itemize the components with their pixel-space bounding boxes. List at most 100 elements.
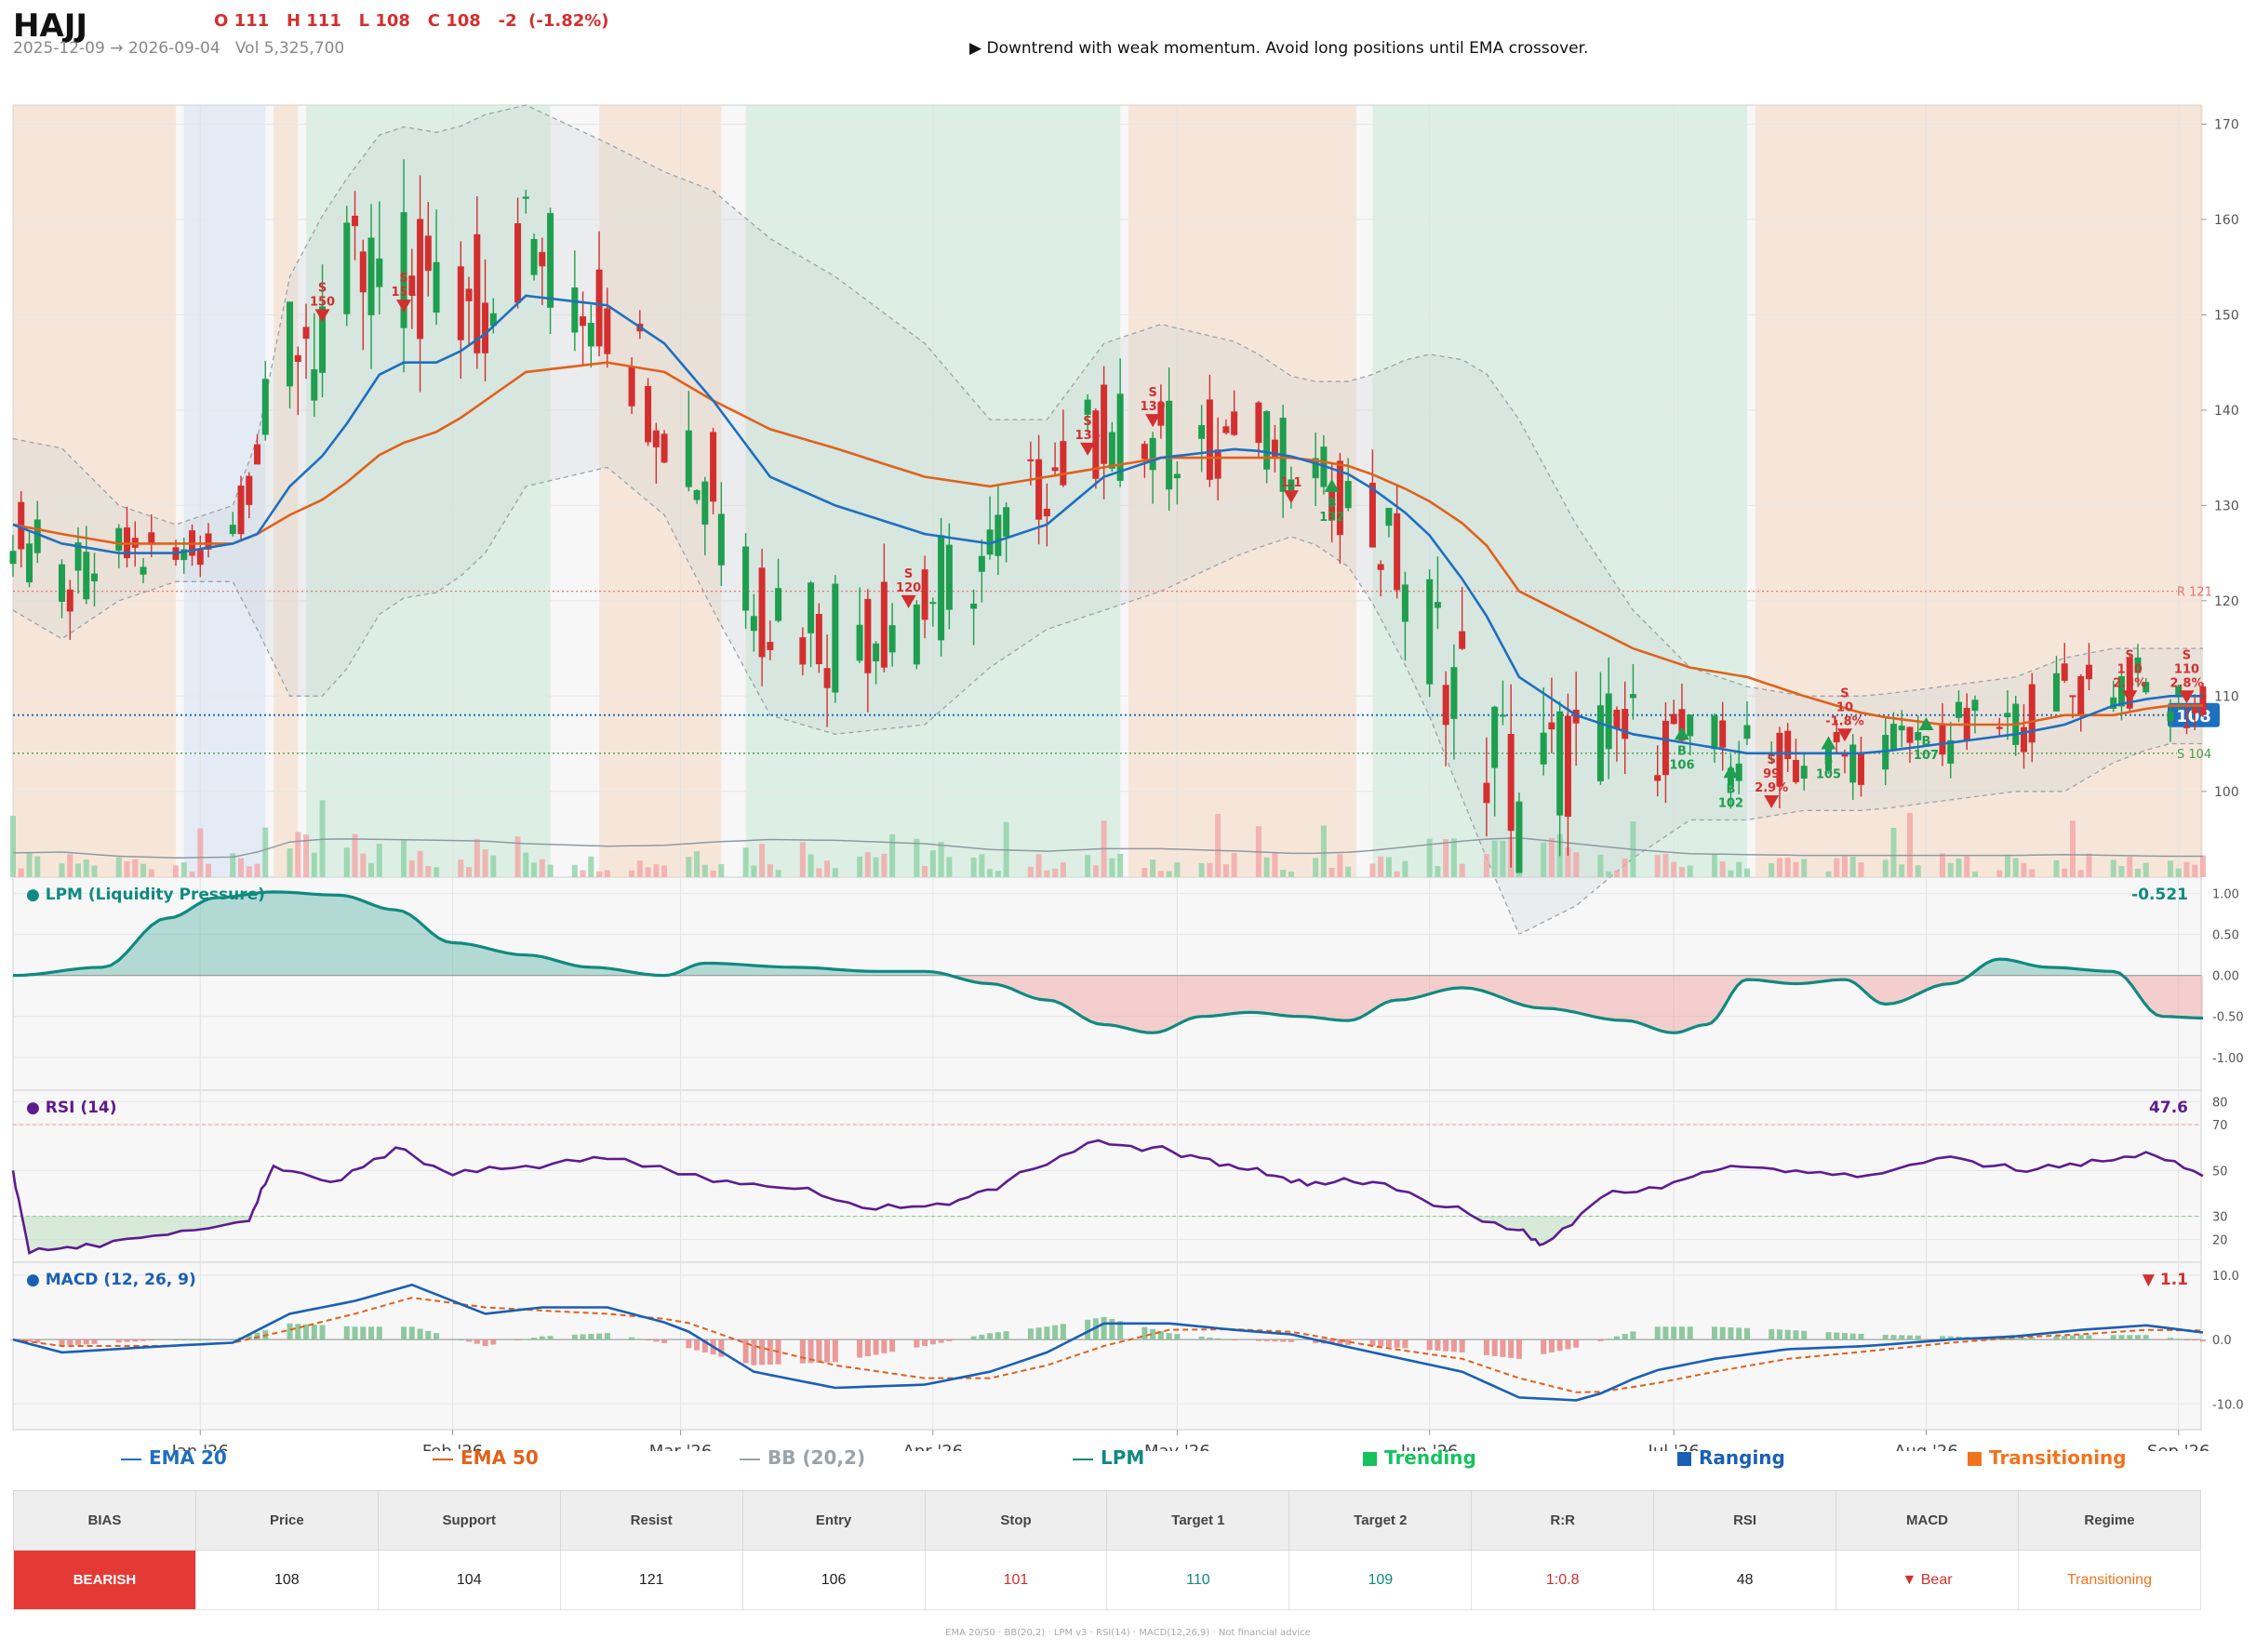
candle-body bbox=[1483, 782, 1490, 804]
volume-bar bbox=[686, 857, 692, 877]
candle-body bbox=[311, 368, 318, 401]
volume-bar bbox=[1459, 863, 1465, 877]
macd-histogram-bar bbox=[653, 1339, 660, 1342]
candle-body bbox=[873, 643, 880, 662]
candle-body bbox=[1491, 706, 1499, 768]
volume-bar bbox=[2012, 858, 2019, 877]
panel-tick-label: 50 bbox=[2212, 1165, 2228, 1179]
volume-bar bbox=[2021, 862, 2027, 877]
macd-histogram-bar bbox=[1385, 1339, 1392, 1348]
macd-histogram-bar bbox=[360, 1326, 367, 1340]
volume-bar bbox=[759, 844, 766, 877]
candle-body bbox=[571, 287, 579, 333]
panel-tick-label: 10.0 bbox=[2212, 1270, 2239, 1284]
summary-value-cell: ▼ Bear bbox=[1836, 1550, 2019, 1610]
candle-body bbox=[514, 223, 522, 303]
candle-body bbox=[1735, 763, 1742, 781]
candle-body bbox=[1394, 513, 1401, 591]
macd-histogram-bar bbox=[230, 1339, 236, 1341]
candle-body bbox=[343, 222, 351, 314]
candle-body bbox=[1108, 432, 1115, 469]
volume-bar bbox=[938, 842, 944, 877]
candle-body bbox=[2061, 663, 2068, 681]
volume-bar bbox=[1719, 861, 1726, 877]
volume-bar bbox=[808, 854, 814, 877]
candle-body bbox=[1222, 426, 1230, 433]
volume-bar bbox=[1996, 870, 2003, 877]
volume-bar bbox=[1027, 866, 1034, 877]
macd-histogram-bar bbox=[571, 1334, 578, 1340]
macd-histogram-bar bbox=[946, 1339, 953, 1341]
candle-body bbox=[823, 668, 831, 688]
panel-tick-label: -0.50 bbox=[2212, 1011, 2244, 1025]
volume-bar bbox=[767, 864, 773, 877]
summary-header-cell: Support bbox=[377, 1490, 561, 1551]
candle-body bbox=[254, 444, 261, 465]
candle-body bbox=[1206, 399, 1213, 480]
candle-body bbox=[547, 213, 554, 308]
macd-histogram-bar bbox=[987, 1333, 994, 1340]
panel-tick-label: 0.0 bbox=[2212, 1334, 2232, 1348]
legend-item: Transitioning bbox=[1968, 1446, 2127, 1469]
candle-body bbox=[465, 288, 473, 301]
macd-histogram-bar bbox=[596, 1333, 603, 1340]
volume-bar bbox=[1207, 862, 1213, 877]
volume-bar bbox=[425, 865, 432, 877]
volume-bar bbox=[995, 871, 1001, 877]
volume-bar bbox=[2110, 859, 2116, 877]
price-tick-label: 170 bbox=[2214, 117, 2239, 132]
macd-histogram-bar bbox=[1841, 1333, 1848, 1340]
rsi-panel-frame bbox=[12, 1089, 2202, 1263]
macd-histogram-bar bbox=[2183, 1339, 2190, 1341]
candle-body bbox=[1434, 602, 1441, 608]
candle-body bbox=[1955, 701, 1962, 718]
volume-bar bbox=[2143, 862, 2149, 877]
volume-bar bbox=[1385, 857, 1392, 877]
volume-bar bbox=[1092, 865, 1099, 877]
price-tick-label: 130 bbox=[2214, 499, 2239, 513]
volume-bar bbox=[1109, 858, 1115, 877]
summary-value-cell: 48 bbox=[1653, 1550, 1837, 1610]
candle-body bbox=[539, 251, 546, 267]
macd-histogram-bar bbox=[1834, 1332, 1840, 1340]
legend-square-swatch bbox=[1677, 1452, 1691, 1466]
macd-histogram-bar bbox=[1678, 1326, 1685, 1340]
summary-value-cell: 1:0.8 bbox=[1471, 1550, 1655, 1610]
volume-bar bbox=[1678, 867, 1685, 877]
volume-bar bbox=[1849, 856, 1856, 877]
volume-bar bbox=[352, 833, 358, 877]
macd-histogram-bar bbox=[1459, 1339, 1465, 1352]
candle-body bbox=[2199, 686, 2207, 715]
volume-bar bbox=[661, 865, 668, 877]
macd-histogram-bar bbox=[115, 1339, 122, 1343]
candle-body bbox=[1116, 393, 1124, 481]
candle-body bbox=[775, 588, 782, 621]
macd-histogram-bar bbox=[2143, 1335, 2149, 1340]
macd-histogram-bar bbox=[1541, 1339, 1547, 1354]
support-label: S 104 bbox=[2177, 748, 2211, 762]
candle-body bbox=[661, 433, 668, 463]
volume-bar bbox=[1841, 855, 1848, 877]
candle-body bbox=[2191, 707, 2198, 713]
volume-bar bbox=[1776, 858, 1782, 877]
macd-histogram-bar bbox=[1491, 1339, 1498, 1356]
legend-label: Trending bbox=[1384, 1446, 1476, 1469]
macd-histogram-bar bbox=[881, 1339, 888, 1353]
volume-bar bbox=[987, 869, 994, 877]
macd-histogram-bar bbox=[425, 1330, 432, 1340]
macd-histogram-bar bbox=[2200, 1339, 2206, 1342]
candle-body bbox=[1003, 507, 1010, 537]
macd-histogram-bar bbox=[1101, 1316, 1107, 1340]
volume-bar bbox=[474, 838, 480, 877]
candle-body bbox=[717, 513, 725, 566]
volume-bar bbox=[1541, 842, 1547, 877]
macd-histogram-bar bbox=[1443, 1339, 1449, 1352]
candle-body bbox=[530, 238, 538, 275]
legend-label: LPM bbox=[1101, 1446, 1145, 1469]
summary-value-cell: Transitioning bbox=[2017, 1550, 2202, 1610]
volume-bar bbox=[287, 848, 293, 877]
candle-body bbox=[864, 598, 872, 673]
macd-histogram-bar bbox=[1801, 1330, 1808, 1340]
price-tick-label: 140 bbox=[2214, 404, 2239, 419]
macd-histogram-bar bbox=[1166, 1333, 1172, 1340]
